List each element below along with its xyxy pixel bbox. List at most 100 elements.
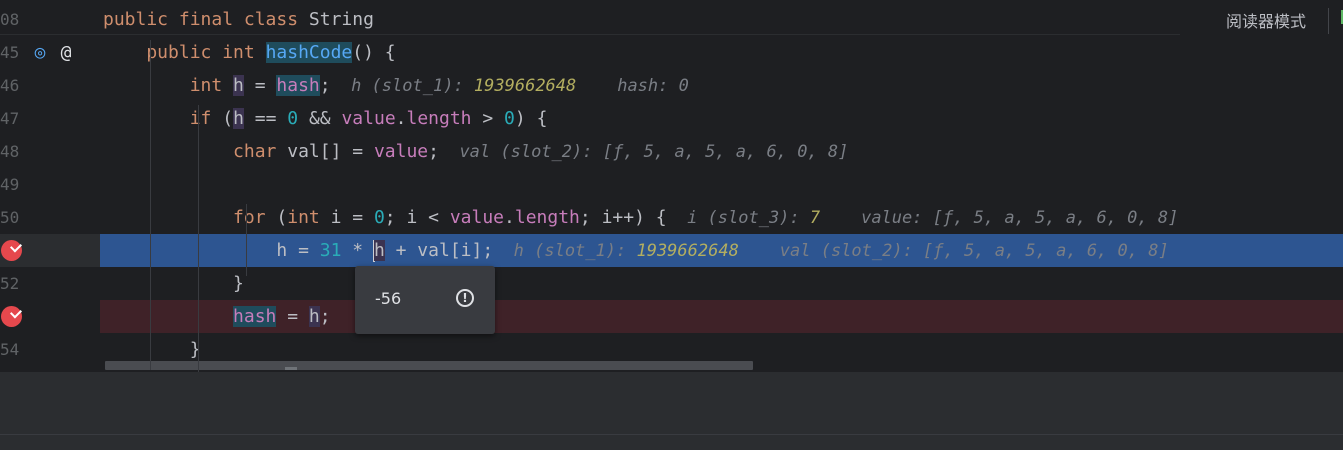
inline-debug-value: 1939662648 — [473, 76, 577, 96]
code-token: ; — [428, 141, 439, 162]
gutter-cell[interactable]: 51 — [0, 234, 100, 267]
code-line[interactable]: 53 hash = h; — [0, 300, 1343, 333]
code-line[interactable]: 49 — [0, 168, 1343, 201]
code-editor[interactable]: 阅读器模式 08 public final class String 45 ◎ @ pu… — [0, 0, 1343, 372]
gutter-cell[interactable]: 08 — [0, 3, 100, 36]
code-token: h — [233, 75, 244, 96]
code-line[interactable]: 51 h = 31 * h + val[i]; h (slot_1): 1939… — [0, 234, 1343, 267]
gutter-cell[interactable]: 46 — [0, 69, 100, 102]
code-token: > — [471, 108, 505, 129]
line-number: 47 — [0, 109, 20, 128]
code-token: length — [514, 207, 580, 228]
code-token: == — [243, 108, 288, 129]
code-token: if — [103, 108, 223, 129]
code-token: ( — [276, 207, 288, 228]
code-token: value — [449, 207, 505, 228]
override-up-icon[interactable]: ◎ — [30, 43, 50, 63]
inline-debug-value: 7 — [809, 208, 821, 228]
code-token: h — [233, 108, 244, 129]
code-token: char — [103, 141, 288, 162]
code-token: 0 — [504, 108, 515, 129]
code-token: ; i < — [384, 207, 450, 228]
gutter-cell[interactable]: 49 — [0, 168, 100, 201]
breakpoint-check-icon[interactable] — [1, 306, 22, 327]
horizontal-scrollbar[interactable] — [105, 361, 753, 370]
code-line[interactable]: 46 int h = hash; h (slot_1): 1939662648 … — [0, 69, 1343, 102]
code-line[interactable]: 52 } — [0, 267, 1343, 300]
indent-guide — [246, 204, 247, 276]
code-token: = — [243, 75, 277, 96]
code-text[interactable]: hash = h; — [103, 300, 331, 333]
scrollbar-grip — [285, 367, 297, 370]
inline-debug-value: i (slot_3): — [666, 208, 810, 228]
code-token: value — [341, 108, 396, 129]
code-token: } — [103, 273, 244, 294]
line-number: 08 — [0, 10, 20, 29]
inline-debug-value: val (slot_2): [ƒ, 5, a, 5, a, 6, 0, 8] — [738, 241, 1169, 261]
inline-debug-value: 1939662648 — [636, 241, 739, 261]
inline-debug-value: hash: 0 — [576, 76, 689, 96]
code-text[interactable]: public int hashCode() { — [103, 36, 396, 69]
code-token: 31 — [319, 240, 342, 261]
gutter-cell[interactable]: 47 — [0, 102, 100, 135]
code-token: int — [287, 207, 331, 228]
code-token: 0 — [373, 207, 385, 228]
gutter-cell[interactable]: 45 ◎ @ — [0, 36, 100, 69]
indent-guide — [198, 105, 199, 372]
code-line[interactable]: 48 char val[] = value; val (slot_2): [ƒ,… — [0, 135, 1343, 168]
line-number: 49 — [0, 175, 20, 194]
code-token: hashCode — [265, 42, 353, 63]
code-token: val[] = — [287, 141, 374, 162]
code-token: ) { — [514, 108, 548, 129]
code-token: + val[i]; — [384, 240, 494, 261]
code-line[interactable]: 50 for (int i = 0; i < value.length; i++… — [0, 201, 1343, 234]
line-number: 50 — [0, 208, 20, 227]
code-token: h — [308, 306, 320, 327]
code-token: h — [373, 240, 385, 261]
code-token: . — [395, 108, 407, 129]
code-token: value — [373, 141, 429, 162]
code-token: hash — [276, 75, 320, 96]
gutter-cell[interactable]: 54 — [0, 333, 100, 366]
code-text[interactable]: h = 31 * h + val[i]; h (slot_1): 1939662… — [103, 234, 1169, 267]
inline-debug-value: h (slot_1): — [493, 241, 637, 261]
code-text[interactable]: public final class String — [103, 3, 374, 36]
code-text[interactable]: if (h == 0 && value.length > 0) { — [103, 102, 547, 135]
code-token: hash — [233, 306, 277, 327]
exclamation-circle-icon[interactable]: ! — [456, 289, 474, 307]
code-token: public int — [103, 42, 266, 63]
value-tooltip: -56 ! — [355, 266, 495, 334]
code-token: } — [103, 339, 201, 360]
code-token: length — [406, 108, 472, 129]
code-token: public final class — [103, 9, 309, 30]
code-token: * — [341, 240, 374, 261]
gutter-cell[interactable]: 52 — [0, 267, 100, 300]
line-number: 45 — [0, 43, 20, 62]
inline-debug-value: val (slot_2): [ƒ, 5, a, 5, a, 6, 0, 8] — [438, 142, 849, 162]
line-number: 54 — [0, 340, 20, 359]
code-text[interactable]: char val[] = value; val (slot_2): [ƒ, 5,… — [103, 135, 848, 168]
at-annotation-icon[interactable]: @ — [56, 43, 76, 63]
code-text[interactable]: int h = hash; h (slot_1): 1939662648 has… — [103, 69, 689, 102]
code-line[interactable]: 08 public final class String — [0, 3, 1343, 36]
code-token: String — [308, 9, 374, 30]
code-token: for — [103, 207, 277, 228]
debug-tool-panel[interactable] — [0, 372, 1343, 450]
code-token: int — [103, 75, 234, 96]
breakpoint-check-icon[interactable] — [1, 240, 22, 261]
line-number: 52 — [0, 274, 20, 293]
code-text[interactable]: } — [103, 267, 244, 300]
code-token: && — [298, 108, 342, 129]
code-line[interactable]: 45 ◎ @ public int hashCode() { — [0, 36, 1343, 69]
gutter-cell[interactable]: 50 — [0, 201, 100, 234]
code-token: () { — [352, 42, 396, 63]
code-text[interactable]: for (int i = 0; i < value.length; i++) {… — [103, 201, 1178, 234]
gutter-cell[interactable]: 48 — [0, 135, 100, 168]
code-token: = — [276, 306, 309, 327]
code-token: ( — [222, 108, 234, 129]
code-line[interactable]: 47 if (h == 0 && value.length > 0) { — [0, 102, 1343, 135]
code-token: i = — [330, 207, 374, 228]
gutter-cell[interactable]: 53 — [0, 300, 100, 333]
line-number: 46 — [0, 76, 20, 95]
